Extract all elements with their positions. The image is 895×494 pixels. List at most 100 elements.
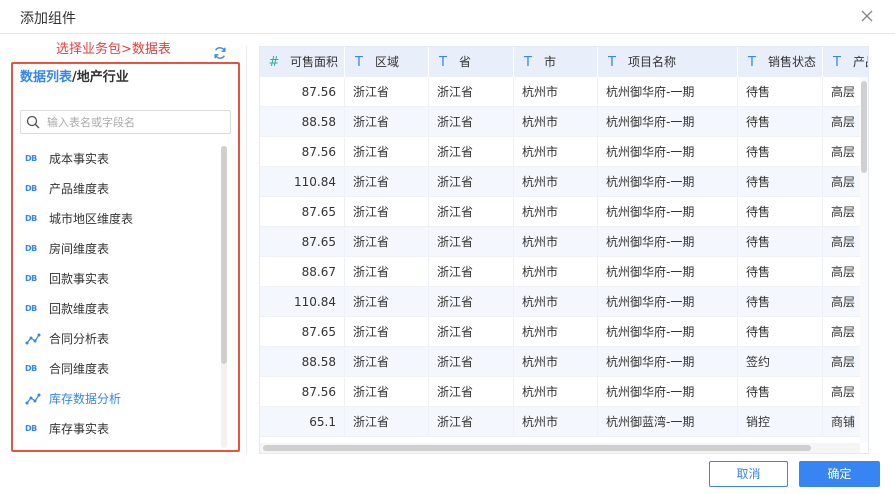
table-item-label: 库存事实表 <box>49 422 110 436</box>
table-row: 87.56 浙江省 浙江省 杭州市 杭州御华府-一期 待售 高层 <box>260 77 868 107</box>
table-cell: 浙江省 <box>429 407 514 437</box>
column-header[interactable]: T 区域 <box>345 47 429 77</box>
search-box[interactable] <box>20 110 231 134</box>
table-row: 65.1 浙江省 浙江省 杭州市 杭州御蓝湾-一期 销控 商铺 <box>260 407 868 437</box>
table-cell: 杭州御华府-一期 <box>598 227 738 257</box>
table-cell: 浙江省 <box>345 317 429 347</box>
text-type-icon: T <box>608 55 616 70</box>
table-cell: 浙江省 <box>345 347 429 377</box>
table-cell: 65.1 <box>260 407 345 437</box>
grid-header: #可售面积T区域T省T市T项目名称T销售状态T产品 <box>260 47 868 77</box>
table-cell: 杭州市 <box>514 137 598 167</box>
column-header-label: 产品 <box>853 55 868 69</box>
text-type-icon: T <box>748 55 756 70</box>
table-cell: 待售 <box>738 227 823 257</box>
column-header-label: 市 <box>544 55 557 69</box>
refresh-icon[interactable] <box>213 46 227 60</box>
table-cell: 87.65 <box>260 317 345 347</box>
table-cell: 浙江省 <box>345 377 429 407</box>
table-item[interactable]: 库存数据分析 <box>13 384 223 414</box>
hint-text: 选择业务包>数据表 <box>56 42 171 57</box>
grid-vertical-scrollbar[interactable] <box>860 77 868 443</box>
table-cell: 杭州市 <box>514 317 598 347</box>
table-item[interactable]: DB 回款事实表 <box>13 264 223 294</box>
db-icon: DB <box>25 424 37 433</box>
table-item[interactable]: 合同分析表 <box>13 324 223 354</box>
analysis-icon <box>25 393 41 405</box>
table-cell: 杭州御华府-一期 <box>598 347 738 377</box>
table-cell: 杭州市 <box>514 227 598 257</box>
table-cell: 浙江省 <box>345 197 429 227</box>
table-row: 110.84 浙江省 浙江省 杭州市 杭州御华府-一期 待售 高层 <box>260 287 868 317</box>
table-item[interactable]: DB 成本事实表 <box>13 144 223 174</box>
column-header[interactable]: T 销售状态 <box>738 47 823 77</box>
table-cell: 浙江省 <box>345 257 429 287</box>
table-cell: 杭州市 <box>514 407 598 437</box>
number-type-icon: # <box>268 55 280 70</box>
db-icon: DB <box>25 154 37 163</box>
dialog-title: 添加组件 <box>20 11 76 27</box>
table-cell: 浙江省 <box>429 107 514 137</box>
table-cell: 杭州市 <box>514 107 598 137</box>
table-item[interactable]: DB 库存事实表 <box>13 414 223 444</box>
table-item-label: 库存数据分析 <box>49 392 122 406</box>
table-picker-panel: 数据列表/地产行业 DB 成本事实表 DB 产品维度表 DB 城市地区维度表 DB 房间维度表… <box>11 62 240 452</box>
db-icon: DB <box>25 214 37 223</box>
db-icon: DB <box>25 364 37 373</box>
text-type-icon: T <box>355 55 363 70</box>
table-list: DB 成本事实表 DB 产品维度表 DB 城市地区维度表 DB 房间维度表 DB 回款事实表 DB 回… <box>13 144 223 444</box>
table-cell: 浙江省 <box>429 317 514 347</box>
column-header-label: 销售状态 <box>768 55 817 69</box>
table-list-scrollbar[interactable] <box>221 146 227 448</box>
column-header[interactable]: T省 <box>429 47 514 77</box>
table-item[interactable]: DB 产品维度表 <box>13 174 223 204</box>
text-type-icon: T <box>833 55 841 70</box>
grid-horizontal-scrollbar-thumb[interactable] <box>263 445 811 451</box>
db-icon: DB <box>25 304 37 313</box>
column-header[interactable]: T 项目名称 <box>598 47 738 77</box>
table-cell: 浙江省 <box>429 77 514 107</box>
table-cell: 杭州御华府-一期 <box>598 317 738 347</box>
search-input[interactable] <box>47 113 227 131</box>
table-cell: 杭州市 <box>514 167 598 197</box>
close-icon[interactable] <box>859 8 875 24</box>
table-cell: 浙江省 <box>429 137 514 167</box>
db-icon: DB <box>25 274 37 283</box>
table-item-label: 房间维度表 <box>49 242 110 256</box>
ok-button[interactable]: 确定 <box>799 461 880 487</box>
cancel-button[interactable]: 取消 <box>709 461 788 487</box>
grid-vertical-scrollbar-thumb[interactable] <box>861 81 867 173</box>
table-cell: 浙江省 <box>429 167 514 197</box>
table-cell: 待售 <box>738 287 823 317</box>
table-row: 87.65 浙江省 浙江省 杭州市 杭州御华府-一期 待售 高层 <box>260 227 868 257</box>
table-cell: 浙江省 <box>345 77 429 107</box>
table-item[interactable]: DB 合同维度表 <box>13 354 223 384</box>
table-item-label: 合同分析表 <box>49 332 110 346</box>
table-cell: 浙江省 <box>429 347 514 377</box>
table-list-scrollbar-thumb[interactable] <box>221 146 227 364</box>
table-cell: 110.84 <box>260 287 345 317</box>
grid-horizontal-scrollbar[interactable] <box>260 443 860 453</box>
table-item[interactable]: DB 城市地区维度表 <box>13 204 223 234</box>
table-row: 88.58 浙江省 浙江省 杭州市 杭州御华府-一期 待售 高层 <box>260 107 868 137</box>
column-header-label: 项目名称 <box>628 55 677 69</box>
table-item-label: 城市地区维度表 <box>49 212 134 226</box>
table-item-label: 合同维度表 <box>49 362 110 376</box>
breadcrumb-current: 地产行业 <box>76 70 129 85</box>
table-cell: 杭州御华府-一期 <box>598 167 738 197</box>
table-cell: 87.65 <box>260 227 345 257</box>
table-item[interactable]: DB 房间维度表 <box>13 234 223 264</box>
table-cell: 88.58 <box>260 347 345 377</box>
table-row: 110.84 浙江省 浙江省 杭州市 杭州御华府-一期 待售 高层 <box>260 167 868 197</box>
table-cell: 杭州御华府-一期 <box>598 377 738 407</box>
table-cell: 待售 <box>738 257 823 287</box>
table-cell: 销控 <box>738 407 823 437</box>
column-header[interactable]: T市 <box>514 47 598 77</box>
column-header[interactable]: # 可售面积 <box>260 47 345 77</box>
table-item[interactable]: DB 回款维度表 <box>13 294 223 324</box>
table-cell: 杭州御华府-一期 <box>598 197 738 227</box>
breadcrumb-link-data-list[interactable]: 数据列表 <box>20 70 72 85</box>
table-cell: 杭州御华府-一期 <box>598 287 738 317</box>
column-header[interactable]: T 产品 <box>823 47 868 77</box>
table-cell: 浙江省 <box>429 197 514 227</box>
